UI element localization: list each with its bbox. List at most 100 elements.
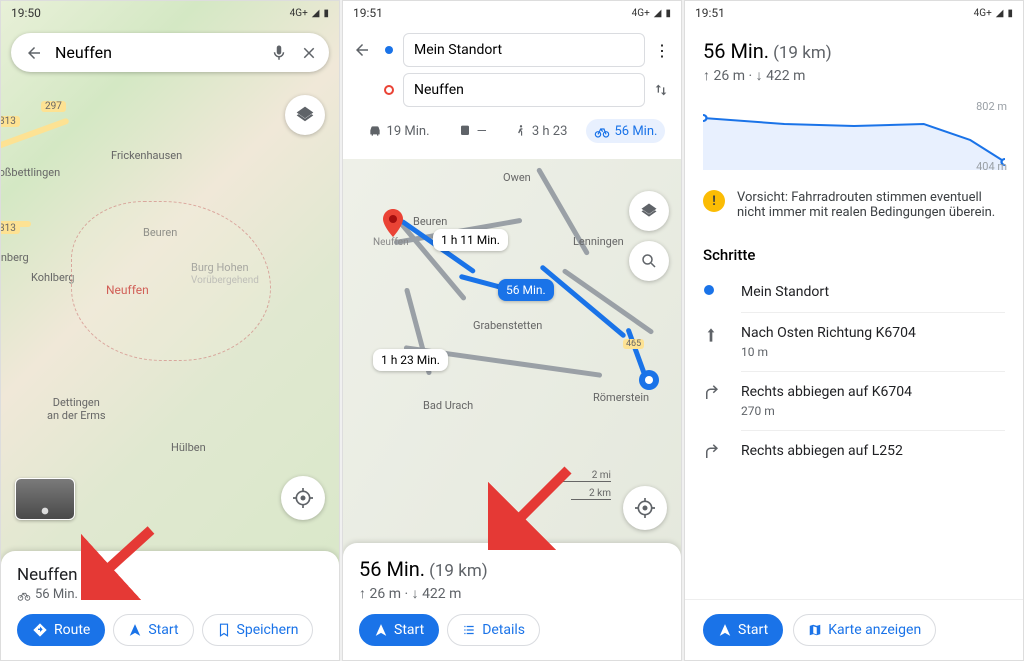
warning-text: Vorsicht: Fahrradrouten stimmen eventuel… [737,190,1005,220]
map-label-tenberg: enberg [0,251,29,264]
map-label-grabenstetten: Grabenstetten [473,319,542,332]
map-label-romerstein: Römerstein [593,391,649,404]
mic-icon[interactable] [270,44,288,62]
phone-screenshot-2: 19:51 4G+◢▮ Mein Standort ⋮ Neuffen 19 M… [342,0,682,661]
directions-icon [32,622,48,638]
route-time: 56 Min. [703,39,769,63]
map-label-owen: Owen [503,171,531,184]
more-icon[interactable]: ⋮ [653,41,671,60]
route-elevation: ↑ 26 m · ↓ 422 m [703,67,1005,84]
status-time: 19:51 [353,6,383,20]
warning-box: ! Vorsicht: Fahrradrouten stimmen eventu… [703,190,1005,220]
route-header: 56 Min. (19 km) ↑ 26 m · ↓ 422 m [685,25,1023,90]
travel-mode-tabs: 19 Min. — 3 h 23 56 Min. [353,113,671,151]
search-bar[interactable] [11,33,329,72]
status-bar: 19:51 4G+◢▮ [685,1,1023,25]
alt-time-bubble-2[interactable]: 1 h 23 Min. [373,349,448,371]
map-label-lenningen: Lenningen [573,235,624,248]
walk-icon [514,123,528,139]
close-icon[interactable] [300,44,318,62]
route-time: 56 Min. [359,557,425,581]
status-bar: 19:50 4G+◢▮ [1,1,339,25]
road-shield-465b: 465 [623,339,644,349]
streetview-thumb[interactable] [15,478,75,520]
place-name: Neuffen [17,565,323,585]
mode-walk[interactable]: 3 h 23 [506,119,576,143]
route-button[interactable]: Route [17,614,105,646]
destination-input[interactable]: Neuffen [403,73,645,107]
annotation-arrow-1 [81,520,161,600]
road-shield-297: 297 [41,101,66,112]
mode-bike[interactable]: 56 Min. [586,119,665,143]
road-shield-313a: 313 [0,116,20,127]
nav-icon [128,623,142,637]
phone-screenshot-3: 19:51 4G+◢▮ 56 Min. (19 km) ↑ 26 m · ↓ 4… [684,0,1024,661]
origin-dot-icon [383,44,395,56]
elevation-line [703,110,1005,170]
phone-screenshot-1: 297 313 313 Frickenhausen roßbettlingen … [0,0,340,661]
start-button[interactable]: Start [359,614,439,646]
elev-min-label: 404 m [976,160,1007,173]
alt-time-bubble-1[interactable]: 1 h 11 Min. [433,229,508,251]
route-summary-card[interactable]: 56 Min. (19 km) ↑ 26 m · ↓ 422 m Start D… [343,543,681,660]
map-label-beuren: Beuren [413,215,447,228]
origin-marker [638,369,660,391]
car-icon [367,123,383,139]
destination-pin-icon [383,84,395,96]
start-button[interactable]: Start [703,614,783,646]
destination-pin [381,209,405,241]
back-icon[interactable] [25,44,43,62]
my-location-button[interactable] [623,486,667,530]
transit-icon [457,123,473,139]
step-origin[interactable]: Mein Standort [685,272,1023,312]
map-label-kohlberg: Kohlberg [31,271,75,284]
nav-icon [718,623,732,637]
steps-title: Schritte [703,246,1005,264]
route-distance: (19 km) [773,43,832,63]
save-button[interactable]: Speichern [202,614,314,646]
nav-icon [374,623,388,637]
start-nav-button[interactable]: Start [113,614,193,646]
place-card[interactable]: Neuffen 56 Min. Route Start Speichern [1,551,339,660]
step-1[interactable]: Nach Osten Richtung K670410 m [685,313,1023,371]
map-label-badurach: Bad Urach [423,399,473,412]
map-label-dettingen: Dettingen an der Erms [47,396,106,422]
elevation-chart[interactable]: 802 m 404 m [703,110,1005,170]
swap-icon[interactable] [653,82,671,98]
step-2[interactable]: Rechts abbiegen auf K6704270 m [685,372,1023,430]
route-distance: (19 km) [429,561,488,581]
place-sub: 56 Min. [17,587,323,602]
origin-dot-icon [703,284,725,296]
show-map-button[interactable]: Karte anzeigen [793,614,936,646]
warning-icon: ! [703,190,725,212]
map-icon [808,623,822,637]
directions-header: Mein Standort ⋮ Neuffen 19 Min. — 3 h 23… [343,25,681,155]
route-elevation: ↑ 26 m · ↓ 422 m [359,585,665,602]
layers-button[interactable] [285,95,325,135]
status-time: 19:50 [11,6,41,20]
mode-car[interactable]: 19 Min. [359,119,438,143]
straight-icon [703,325,725,345]
map-label-frickenhausen: Frickenhausen [111,149,182,162]
search-map-button[interactable] [629,241,669,281]
turn-right-icon [703,384,725,402]
my-location-button[interactable] [281,476,325,520]
step-3[interactable]: Rechts abbiegen auf L252 [685,431,1023,473]
map-label-grossbettlingen: roßbettlingen [0,166,60,179]
bike-icon [594,123,610,139]
annotation-arrow-2 [488,460,578,550]
search-input[interactable] [55,43,258,62]
details-button[interactable]: Details [447,614,540,646]
map-label-hulben: Hülben [171,441,206,454]
back-icon[interactable] [353,41,375,59]
turn-right-icon [703,443,725,461]
road-shield-313b: 313 [0,223,20,234]
list-icon [462,623,476,637]
bookmark-icon [217,623,231,637]
bike-icon [17,588,31,602]
main-time-bubble[interactable]: 56 Min. [498,279,554,301]
origin-input[interactable]: Mein Standort [403,33,645,67]
layers-button[interactable] [629,191,669,231]
mode-transit[interactable]: — [449,119,495,143]
status-time: 19:51 [695,6,725,20]
